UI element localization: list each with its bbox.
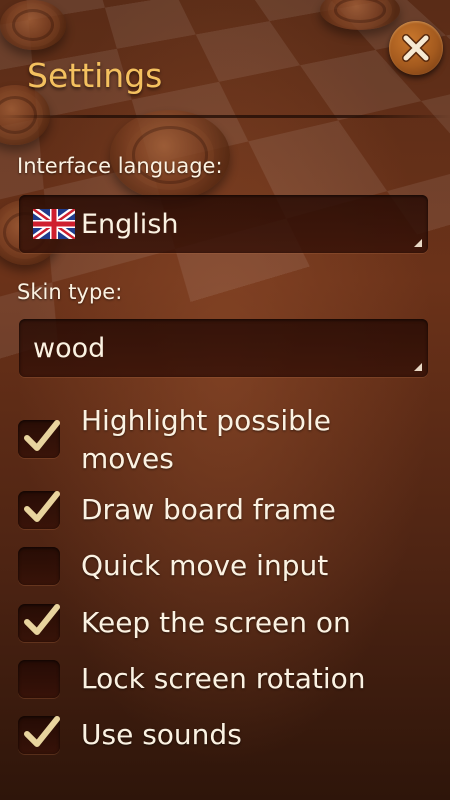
- checker-piece-decoration: [0, 0, 66, 50]
- option-label: Use sounds: [81, 718, 242, 751]
- checkmark-icon: [24, 716, 60, 747]
- skin-label: Skin type:: [17, 280, 123, 304]
- close-button[interactable]: [389, 21, 443, 75]
- option-label: Highlight possible: [81, 404, 331, 437]
- checkmark-icon: [24, 604, 60, 635]
- checkmark-icon: [24, 491, 60, 522]
- option-label: Keep the screen on: [81, 606, 351, 639]
- checkbox[interactable]: [18, 716, 60, 754]
- option-label: Quick move input: [81, 549, 329, 582]
- language-select[interactable]: English: [19, 195, 428, 253]
- checkbox[interactable]: [18, 604, 60, 642]
- close-icon: [402, 34, 430, 62]
- uk-flag-icon: [33, 209, 75, 239]
- option-label: Lock screen rotation: [81, 662, 366, 695]
- page-title: Settings: [27, 56, 163, 95]
- language-label: Interface language:: [17, 154, 223, 178]
- checkbox[interactable]: [18, 491, 60, 529]
- dropdown-arrow-icon: [414, 363, 422, 371]
- skin-value: wood: [33, 333, 106, 364]
- dropdown-arrow-icon: [414, 239, 422, 247]
- option-label: moves: [81, 442, 174, 475]
- checkmark-icon: [24, 420, 60, 451]
- checkbox[interactable]: [18, 660, 60, 698]
- header-divider: [0, 115, 450, 118]
- skin-select[interactable]: wood: [19, 319, 428, 377]
- checkbox[interactable]: [18, 547, 60, 585]
- checkbox[interactable]: [18, 420, 60, 458]
- language-value: English: [81, 209, 179, 240]
- option-label: Draw board frame: [81, 493, 336, 526]
